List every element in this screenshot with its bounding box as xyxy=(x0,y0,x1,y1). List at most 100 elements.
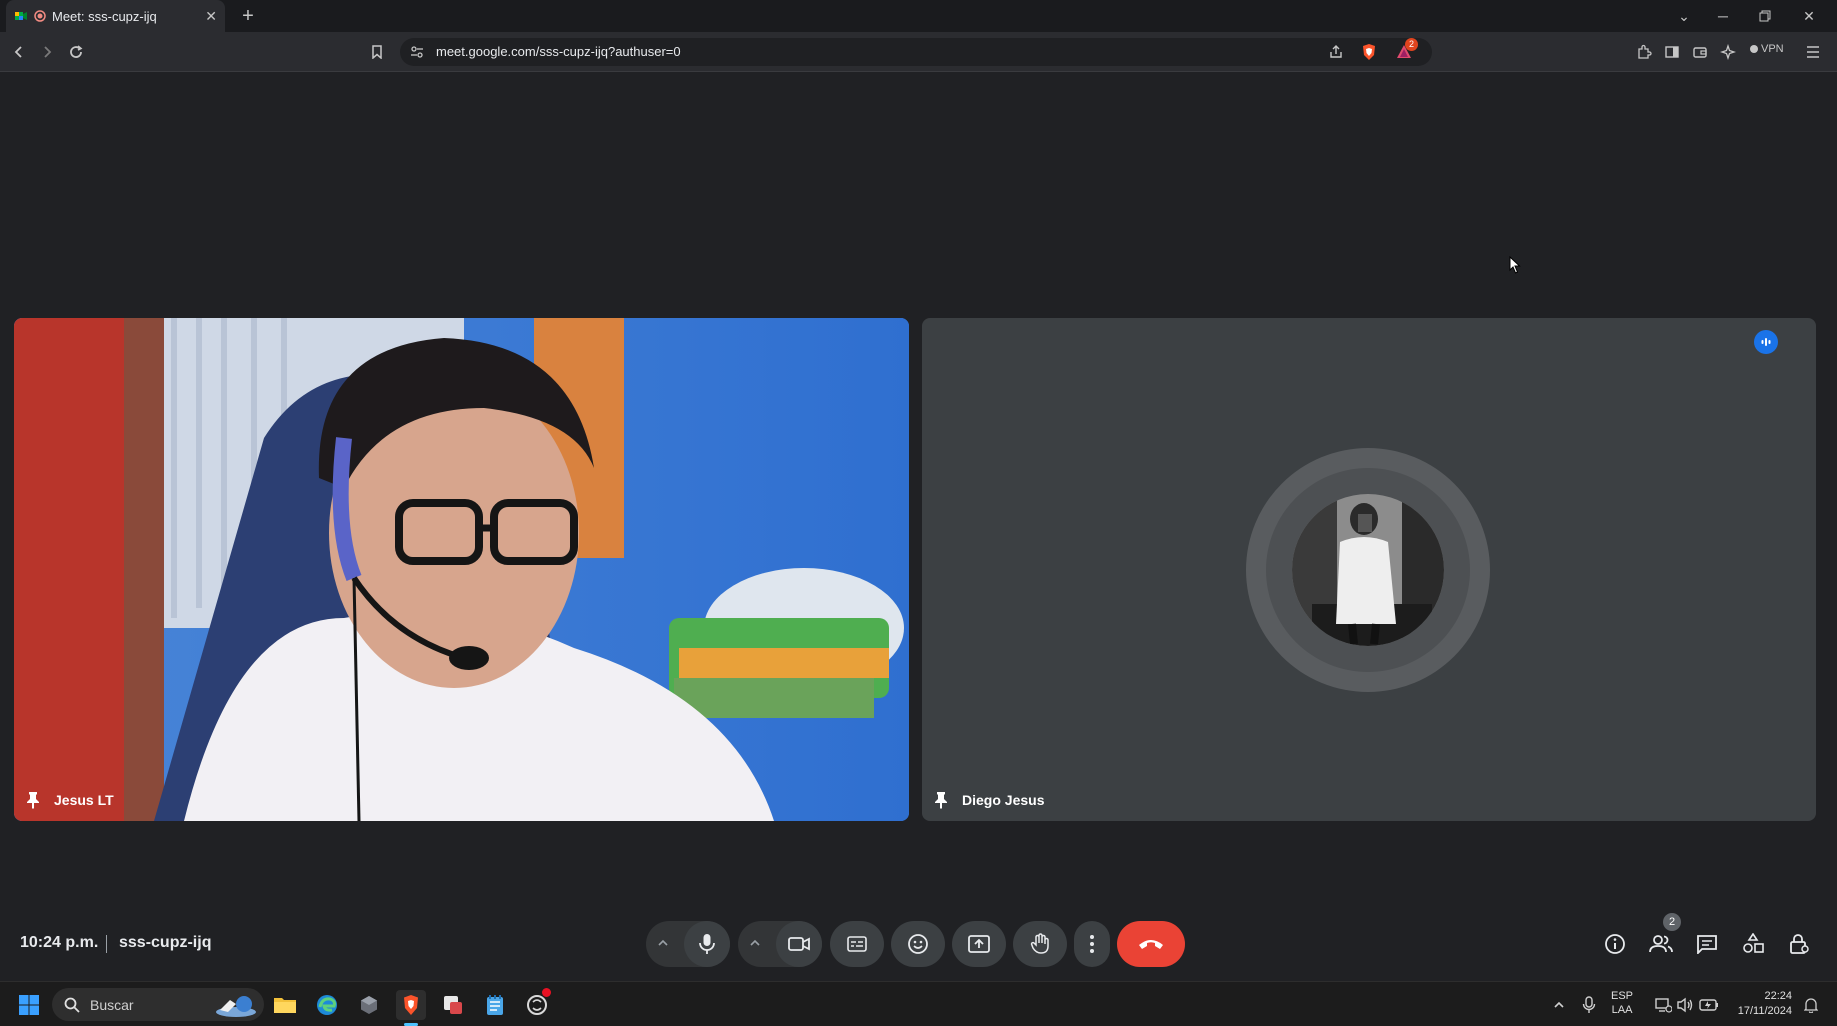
bookmark-icon[interactable] xyxy=(365,40,389,64)
extensions-icon[interactable] xyxy=(1632,40,1656,64)
edge-browser-icon[interactable] xyxy=(312,990,342,1020)
share-icon[interactable] xyxy=(1328,44,1344,60)
sidebar-icon[interactable] xyxy=(1660,40,1684,64)
participant-name-bar: Diego Jesus xyxy=(934,791,1044,809)
clock-time: 22:24 xyxy=(1764,990,1792,1002)
participant-name: Diego Jesus xyxy=(962,792,1045,808)
battery-icon[interactable] xyxy=(1694,990,1724,1020)
chat-icon xyxy=(1697,935,1717,954)
host-controls-button[interactable] xyxy=(1784,929,1814,959)
vpn-button[interactable]: VPN xyxy=(1750,43,1784,55)
recording-indicator-icon xyxy=(34,10,46,22)
microphone-button[interactable] xyxy=(684,921,730,967)
present-screen-button[interactable] xyxy=(952,921,1006,967)
microphone-in-use-icon[interactable] xyxy=(1574,990,1604,1020)
os-taskbar: Buscar ESP LAA 22:24 17/11/2024 xyxy=(0,981,1837,1026)
avatar-ring xyxy=(1246,448,1490,692)
notepad-icon[interactable] xyxy=(480,990,510,1020)
file-explorer-icon[interactable] xyxy=(270,990,300,1020)
language-code: ESP xyxy=(1611,990,1634,1002)
separator xyxy=(106,935,107,953)
video-options-chevron-icon[interactable] xyxy=(748,936,762,950)
windows-start-icon[interactable] xyxy=(14,990,44,1020)
participant-tile-avatar[interactable]: Diego Jesus xyxy=(922,318,1816,821)
meeting-time: 10:24 p.m. xyxy=(20,934,99,951)
reload-button[interactable] xyxy=(64,40,88,64)
leo-ai-icon[interactable] xyxy=(1716,40,1740,64)
notifications-bell-icon[interactable] xyxy=(1796,990,1826,1020)
mic-control-group xyxy=(646,921,730,967)
camera-button[interactable] xyxy=(776,921,822,967)
activities-button[interactable] xyxy=(1738,929,1768,959)
input-language[interactable]: ESP LAA xyxy=(1611,989,1633,1017)
close-window-button[interactable]: ✕ xyxy=(1788,0,1830,32)
participants-count-badge: 2 xyxy=(1663,913,1681,931)
info-icon xyxy=(1605,934,1625,954)
tab-title: Meet: sss-cupz-ijq xyxy=(52,8,157,24)
show-hidden-icons-chevron-icon[interactable] xyxy=(1544,990,1574,1020)
brave-shields-icon[interactable] xyxy=(1360,43,1378,61)
meeting-controls-bar: 10:24 p.m. sss-cupz-ijq 2 xyxy=(0,905,1837,981)
activities-icon xyxy=(1743,933,1764,953)
search-highlight-icon xyxy=(214,992,258,1018)
search-placeholder: Buscar xyxy=(90,996,134,1013)
browser-tab[interactable]: Meet: sss-cupz-ijq ✕ xyxy=(6,0,225,32)
brave-browser-icon[interactable] xyxy=(396,990,426,1026)
leave-call-button[interactable] xyxy=(1117,921,1185,967)
menu-icon[interactable] xyxy=(1801,40,1825,64)
chatgpt-app-icon[interactable] xyxy=(522,988,552,1020)
system-clock[interactable]: 22:24 17/11/2024 xyxy=(1726,989,1792,1019)
notification-dot xyxy=(542,988,551,997)
captions-icon xyxy=(847,936,867,952)
taskbar-search[interactable]: Buscar xyxy=(52,988,264,1021)
participant-name: Jesus LT xyxy=(54,792,114,808)
reactions-button[interactable] xyxy=(891,921,945,967)
people-icon xyxy=(1649,935,1673,953)
avatar xyxy=(1292,494,1444,646)
raise-hand-button[interactable] xyxy=(1013,921,1067,967)
new-tab-button[interactable]: + xyxy=(236,4,260,28)
meeting-details-button[interactable] xyxy=(1600,929,1630,959)
microphone-icon xyxy=(699,934,715,954)
emoji-icon xyxy=(908,934,928,954)
participant-video-feed xyxy=(14,318,909,821)
chat-button[interactable] xyxy=(1692,929,1722,959)
clock-date: 17/11/2024 xyxy=(1737,1005,1792,1017)
wallet-icon[interactable] xyxy=(1688,40,1712,64)
pin-icon[interactable] xyxy=(934,791,948,809)
close-tab-icon[interactable]: ✕ xyxy=(205,8,217,25)
captions-button[interactable] xyxy=(830,921,884,967)
participant-name-bar: Jesus LT xyxy=(26,791,114,809)
people-button[interactable] xyxy=(1646,929,1676,959)
hand-icon xyxy=(1030,933,1049,954)
notification-badge: 2 xyxy=(1405,38,1418,51)
restore-button[interactable] xyxy=(1744,0,1786,32)
meeting-stage: Jesus LT Diego Jesus xyxy=(0,73,1837,981)
snipping-tool-icon[interactable] xyxy=(438,990,468,1020)
camera-icon xyxy=(788,937,810,951)
back-button[interactable] xyxy=(7,40,31,64)
minimize-button[interactable]: ─ xyxy=(1702,0,1744,32)
tab-search-icon[interactable]: ⌄ xyxy=(1663,0,1705,32)
more-options-button[interactable] xyxy=(1074,921,1110,967)
more-vert-icon xyxy=(1090,935,1094,953)
present-screen-icon xyxy=(968,935,990,953)
meeting-code: sss-cupz-ijq xyxy=(119,934,212,951)
participant-tile-video[interactable]: Jesus LT xyxy=(14,318,909,821)
lock-person-icon xyxy=(1790,934,1809,954)
camera-control-group xyxy=(738,921,822,967)
meet-favicon-icon xyxy=(14,9,28,23)
vpn-status-icon xyxy=(1750,45,1758,53)
forward-button[interactable] xyxy=(35,40,59,64)
vpn-label: VPN xyxy=(1761,43,1784,55)
pin-icon[interactable] xyxy=(26,791,40,809)
address-bar[interactable]: meet.google.com/sss-cupz-ijq?authuser=0 … xyxy=(400,38,1432,66)
browser-tab-bar: Meet: sss-cupz-ijq ✕ + ⌄ ─ ✕ xyxy=(0,0,1837,32)
app-cube-icon[interactable] xyxy=(354,990,384,1020)
site-settings-icon[interactable] xyxy=(410,45,424,59)
cursor-icon xyxy=(1509,256,1521,274)
keyboard-layout: LAA xyxy=(1611,1004,1633,1016)
search-icon xyxy=(64,997,80,1013)
speaking-indicator-icon xyxy=(1754,330,1778,354)
audio-options-chevron-icon[interactable] xyxy=(656,936,670,950)
